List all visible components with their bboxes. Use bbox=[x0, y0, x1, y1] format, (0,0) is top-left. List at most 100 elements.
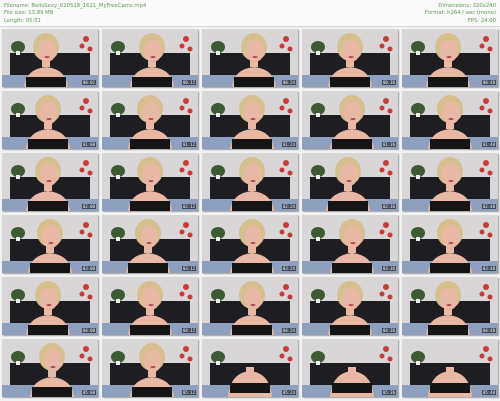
thumbnail-timestamp: 01:00 bbox=[81, 142, 96, 147]
video-thumbnail[interactable]: 03:12 bbox=[102, 215, 198, 273]
thumbnail-timestamp: 00:12 bbox=[181, 80, 196, 85]
dimensions-label: Dimensions: 320x240 bbox=[438, 3, 496, 9]
video-thumbnail[interactable]: 01:48 bbox=[402, 91, 498, 149]
video-frame-icon bbox=[402, 29, 498, 87]
video-thumbnail[interactable]: 03:00 bbox=[2, 215, 98, 273]
thumbnail-timestamp: 04:48 bbox=[481, 328, 496, 333]
video-thumbnail[interactable]: 00:48 bbox=[402, 29, 498, 87]
video-thumbnail[interactable]: 00:12 bbox=[102, 29, 198, 87]
video-thumbnail[interactable]: 01:24 bbox=[202, 91, 298, 149]
video-thumbnail[interactable]: 01:12 bbox=[102, 91, 198, 149]
thumbnail-timestamp: 03:00 bbox=[81, 266, 96, 271]
video-thumbnail[interactable]: 02:12 bbox=[102, 153, 198, 211]
video-frame-icon bbox=[302, 29, 398, 87]
thumbnail-timestamp: 04:36 bbox=[381, 328, 396, 333]
video-thumbnail[interactable]: 02:36 bbox=[302, 153, 398, 211]
thumbnail-timestamp: 02:36 bbox=[381, 204, 396, 209]
video-thumbnail[interactable]: 02:48 bbox=[402, 153, 498, 211]
video-thumbnail[interactable]: 04:36 bbox=[302, 277, 398, 335]
length-label: Length: 05:51 bbox=[4, 17, 42, 24]
thumbnail-timestamp: 00:24 bbox=[281, 80, 296, 85]
video-frame-icon bbox=[202, 277, 298, 335]
video-thumbnail[interactable]: 04:48 bbox=[402, 277, 498, 335]
thumbnail-timestamp: 01:12 bbox=[181, 142, 196, 147]
video-thumbnail[interactable]: 05:36 bbox=[302, 339, 398, 397]
thumbnail-timestamp: 05:24 bbox=[281, 390, 296, 395]
thumbnail-timestamp: 02:24 bbox=[281, 204, 296, 209]
video-frame-icon bbox=[2, 215, 98, 273]
video-thumbnail[interactable]: 03:48 bbox=[402, 215, 498, 273]
video-thumbnail[interactable]: 00:24 bbox=[202, 29, 298, 87]
video-thumbnail[interactable]: 00:36 bbox=[302, 29, 398, 87]
thumbnail-timestamp: 02:48 bbox=[481, 204, 496, 209]
video-frame-icon bbox=[102, 91, 198, 149]
thumbnail-timestamp: 04:24 bbox=[281, 328, 296, 333]
video-thumbnail[interactable]: 04:24 bbox=[202, 277, 298, 335]
thumbnail-timestamp: 00:01 bbox=[81, 80, 96, 85]
thumbnail-timestamp: 03:36 bbox=[381, 266, 396, 271]
video-frame-icon bbox=[102, 277, 198, 335]
video-frame-icon bbox=[402, 153, 498, 211]
thumbnail-timestamp: 05:12 bbox=[181, 390, 196, 395]
fps-label: FPS: 24.00 bbox=[467, 17, 496, 24]
thumbnail-timestamp: 02:00 bbox=[81, 204, 96, 209]
contact-sheet-header: Filename: BelloSexy_020518_1621_MyFreeCa… bbox=[0, 0, 500, 27]
video-frame-icon bbox=[302, 91, 398, 149]
video-frame-icon bbox=[202, 215, 298, 273]
video-frame-icon bbox=[2, 339, 98, 397]
video-thumbnail[interactable]: 05:12 bbox=[102, 339, 198, 397]
thumbnail-timestamp: 04:12 bbox=[181, 328, 196, 333]
video-frame-icon bbox=[302, 277, 398, 335]
thumbnail-timestamp: 02:12 bbox=[181, 204, 196, 209]
thumbnail-timestamp: 00:36 bbox=[381, 80, 396, 85]
video-thumbnail[interactable]: 00:01 bbox=[2, 29, 98, 87]
video-frame-icon bbox=[2, 277, 98, 335]
thumbnail-timestamp: 03:24 bbox=[281, 266, 296, 271]
video-frame-icon bbox=[202, 153, 298, 211]
video-thumbnail[interactable]: 03:36 bbox=[302, 215, 398, 273]
video-frame-icon bbox=[102, 339, 198, 397]
video-frame-icon bbox=[402, 339, 498, 397]
video-thumbnail[interactable]: 05:48 bbox=[402, 339, 498, 397]
video-frame-icon bbox=[202, 339, 298, 397]
video-frame-icon bbox=[302, 339, 398, 397]
video-frame-icon bbox=[202, 91, 298, 149]
video-thumbnail[interactable]: 01:36 bbox=[302, 91, 398, 149]
video-frame-icon bbox=[302, 215, 398, 273]
thumbnail-timestamp: 04:00 bbox=[81, 328, 96, 333]
thumbnail-timestamp: 05:48 bbox=[481, 390, 496, 395]
video-thumbnail[interactable]: 05:24 bbox=[202, 339, 298, 397]
thumbnail-timestamp: 01:48 bbox=[481, 142, 496, 147]
video-frame-icon bbox=[202, 29, 298, 87]
video-frame-icon bbox=[402, 277, 498, 335]
video-frame-icon bbox=[402, 215, 498, 273]
video-thumbnail[interactable]: 04:12 bbox=[102, 277, 198, 335]
thumbnail-timestamp: 05:00 bbox=[81, 390, 96, 395]
video-thumbnail[interactable]: 01:00 bbox=[2, 91, 98, 149]
video-frame-icon bbox=[402, 91, 498, 149]
file-info: Filename: BelloSexy_020518_1621_MyFreeCa… bbox=[4, 3, 146, 25]
thumbnail-timestamp: 03:48 bbox=[481, 266, 496, 271]
video-frame-icon bbox=[2, 153, 98, 211]
stream-info: Dimensions: 320x240 Format: h264 / aac (… bbox=[425, 3, 496, 25]
video-frame-icon bbox=[102, 29, 198, 87]
video-frame-icon bbox=[102, 153, 198, 211]
video-thumbnail[interactable]: 02:24 bbox=[202, 153, 298, 211]
video-thumbnail[interactable]: 03:24 bbox=[202, 215, 298, 273]
thumbnail-timestamp: 03:12 bbox=[181, 266, 196, 271]
thumbnail-timestamp: 05:36 bbox=[381, 390, 396, 395]
filesize-label: File size: 13.89 MB bbox=[4, 10, 54, 17]
thumbnail-timestamp: 01:36 bbox=[381, 142, 396, 147]
thumbnail-timestamp: 00:48 bbox=[481, 80, 496, 85]
video-frame-icon bbox=[2, 29, 98, 87]
format-label: Format: h264 / aac (mono) bbox=[425, 10, 496, 17]
video-thumbnail[interactable]: 02:00 bbox=[2, 153, 98, 211]
thumbnail-timestamp: 01:24 bbox=[281, 142, 296, 147]
thumbnail-grid: 00:01 00:12 00:24 00:36 00:48 01:00 01:12 01:24… bbox=[2, 27, 498, 399]
video-thumbnail[interactable]: 05:00 bbox=[2, 339, 98, 397]
video-frame-icon bbox=[2, 91, 98, 149]
video-frame-icon bbox=[302, 153, 398, 211]
video-thumbnail[interactable]: 04:00 bbox=[2, 277, 98, 335]
video-frame-icon bbox=[102, 215, 198, 273]
filename-label: Filename: BelloSexy_020518_1621_MyFreeCa… bbox=[4, 3, 147, 9]
